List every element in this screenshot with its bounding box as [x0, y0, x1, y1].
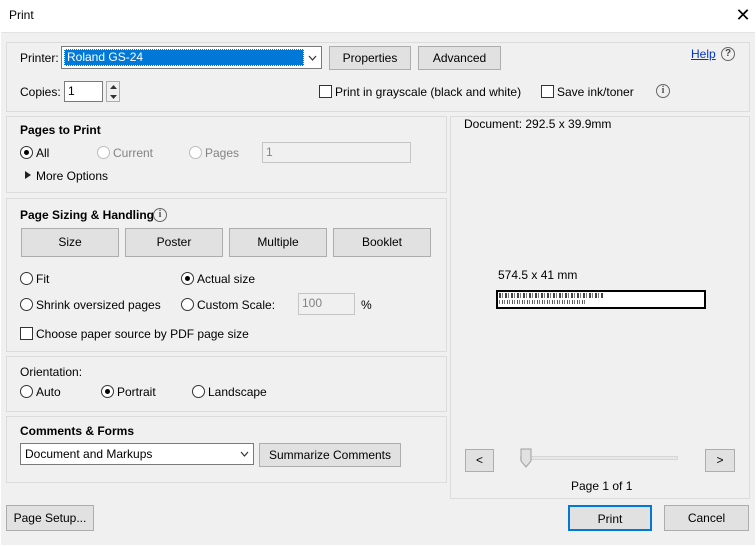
save-ink-checkbox[interactable] — [541, 85, 554, 98]
actual-size-label: Actual size — [197, 272, 256, 286]
custom-scale-input[interactable]: 100 — [298, 293, 355, 315]
pages-range-label: Pages — [205, 146, 240, 160]
page-sizing-title: Page Sizing & Handling — [20, 208, 155, 222]
printer-label: Printer: — [20, 51, 59, 65]
grayscale-label: Print in grayscale (black and white) — [335, 85, 522, 99]
poster-tab[interactable]: Poster — [125, 228, 223, 257]
page-indicator: Page 1 of 1 — [571, 479, 633, 493]
summarize-comments-button[interactable]: Summarize Comments — [259, 443, 401, 467]
comments-forms-select[interactable]: Document and Markups — [20, 443, 254, 465]
shrink-oversized-radio[interactable] — [20, 298, 33, 311]
preview-line-1 — [499, 293, 603, 298]
document-size-label: Document: 292.5 x 39.9mm — [464, 117, 612, 131]
triangle-right-icon[interactable] — [25, 171, 31, 179]
save-ink-label: Save ink/toner — [557, 85, 634, 99]
fit-radio[interactable] — [20, 272, 33, 285]
comments-forms-value: Document and Markups — [25, 447, 153, 461]
current-page-radio[interactable] — [97, 146, 110, 159]
info-icon[interactable]: i — [153, 208, 167, 222]
print-button[interactable]: Print — [568, 505, 652, 531]
all-pages-radio[interactable] — [20, 146, 33, 159]
paper-source-checkbox[interactable] — [20, 327, 33, 340]
preview-content — [499, 292, 603, 307]
auto-orientation-label: Auto — [36, 385, 61, 399]
printer-select[interactable]: Roland GS-24 — [61, 46, 322, 69]
previous-page-button[interactable]: < — [465, 449, 494, 472]
page-slider-track[interactable] — [520, 456, 678, 460]
next-page-button[interactable]: > — [705, 449, 735, 472]
booklet-tab[interactable]: Booklet — [333, 228, 431, 257]
fit-label: Fit — [36, 272, 50, 286]
chevron-down-icon — [308, 55, 317, 61]
actual-size-radio[interactable] — [181, 272, 194, 285]
pages-range-input[interactable]: 1 — [262, 142, 411, 163]
page-slider-thumb[interactable] — [520, 448, 532, 468]
preview-line-2 — [499, 300, 587, 304]
orientation-title: Orientation: — [20, 365, 83, 379]
shrink-oversized-label: Shrink oversized pages — [36, 298, 161, 312]
custom-scale-label: Custom Scale: — [197, 298, 276, 312]
portrait-radio[interactable] — [101, 385, 114, 398]
percent-label: % — [361, 298, 372, 312]
more-options-toggle[interactable]: More Options — [36, 169, 108, 183]
copies-stepper[interactable] — [106, 81, 120, 102]
landscape-label: Landscape — [208, 385, 267, 399]
help-link[interactable]: Help — [691, 47, 716, 61]
properties-button[interactable]: Properties — [329, 46, 411, 70]
current-page-label: Current — [113, 146, 154, 160]
portrait-label: Portrait — [117, 385, 156, 399]
printer-selected-value: Roland GS-24 — [67, 50, 144, 64]
comments-forms-title: Comments & Forms — [20, 424, 135, 438]
copies-label: Copies: — [20, 85, 61, 99]
info-icon[interactable]: i — [656, 84, 670, 98]
page-preview — [496, 290, 706, 309]
page-setup-button[interactable]: Page Setup... — [6, 505, 94, 531]
title-bar: Print ✕ — [0, 0, 756, 32]
size-tab[interactable]: Size — [21, 228, 119, 257]
paper-size-label: 574.5 x 41 mm — [498, 268, 578, 282]
grayscale-checkbox[interactable] — [319, 85, 332, 98]
multiple-tab[interactable]: Multiple — [229, 228, 327, 257]
close-icon[interactable]: ✕ — [733, 5, 753, 25]
landscape-radio[interactable] — [192, 385, 205, 398]
help-icon[interactable]: ? — [721, 47, 735, 61]
custom-scale-radio[interactable] — [181, 298, 194, 311]
all-pages-label: All — [36, 146, 50, 160]
stepper-up-icon[interactable] — [109, 84, 118, 90]
window-title: Print — [9, 8, 34, 22]
paper-source-label: Choose paper source by PDF page size — [36, 327, 249, 341]
copies-input[interactable]: 1 — [64, 81, 103, 102]
auto-orientation-radio[interactable] — [20, 385, 33, 398]
chevron-down-icon — [240, 451, 249, 457]
stepper-down-icon[interactable] — [109, 94, 118, 100]
advanced-button[interactable]: Advanced — [418, 46, 501, 70]
cancel-button[interactable]: Cancel — [664, 505, 749, 531]
pages-range-radio[interactable] — [189, 146, 202, 159]
pages-to-print-title: Pages to Print — [20, 123, 101, 137]
